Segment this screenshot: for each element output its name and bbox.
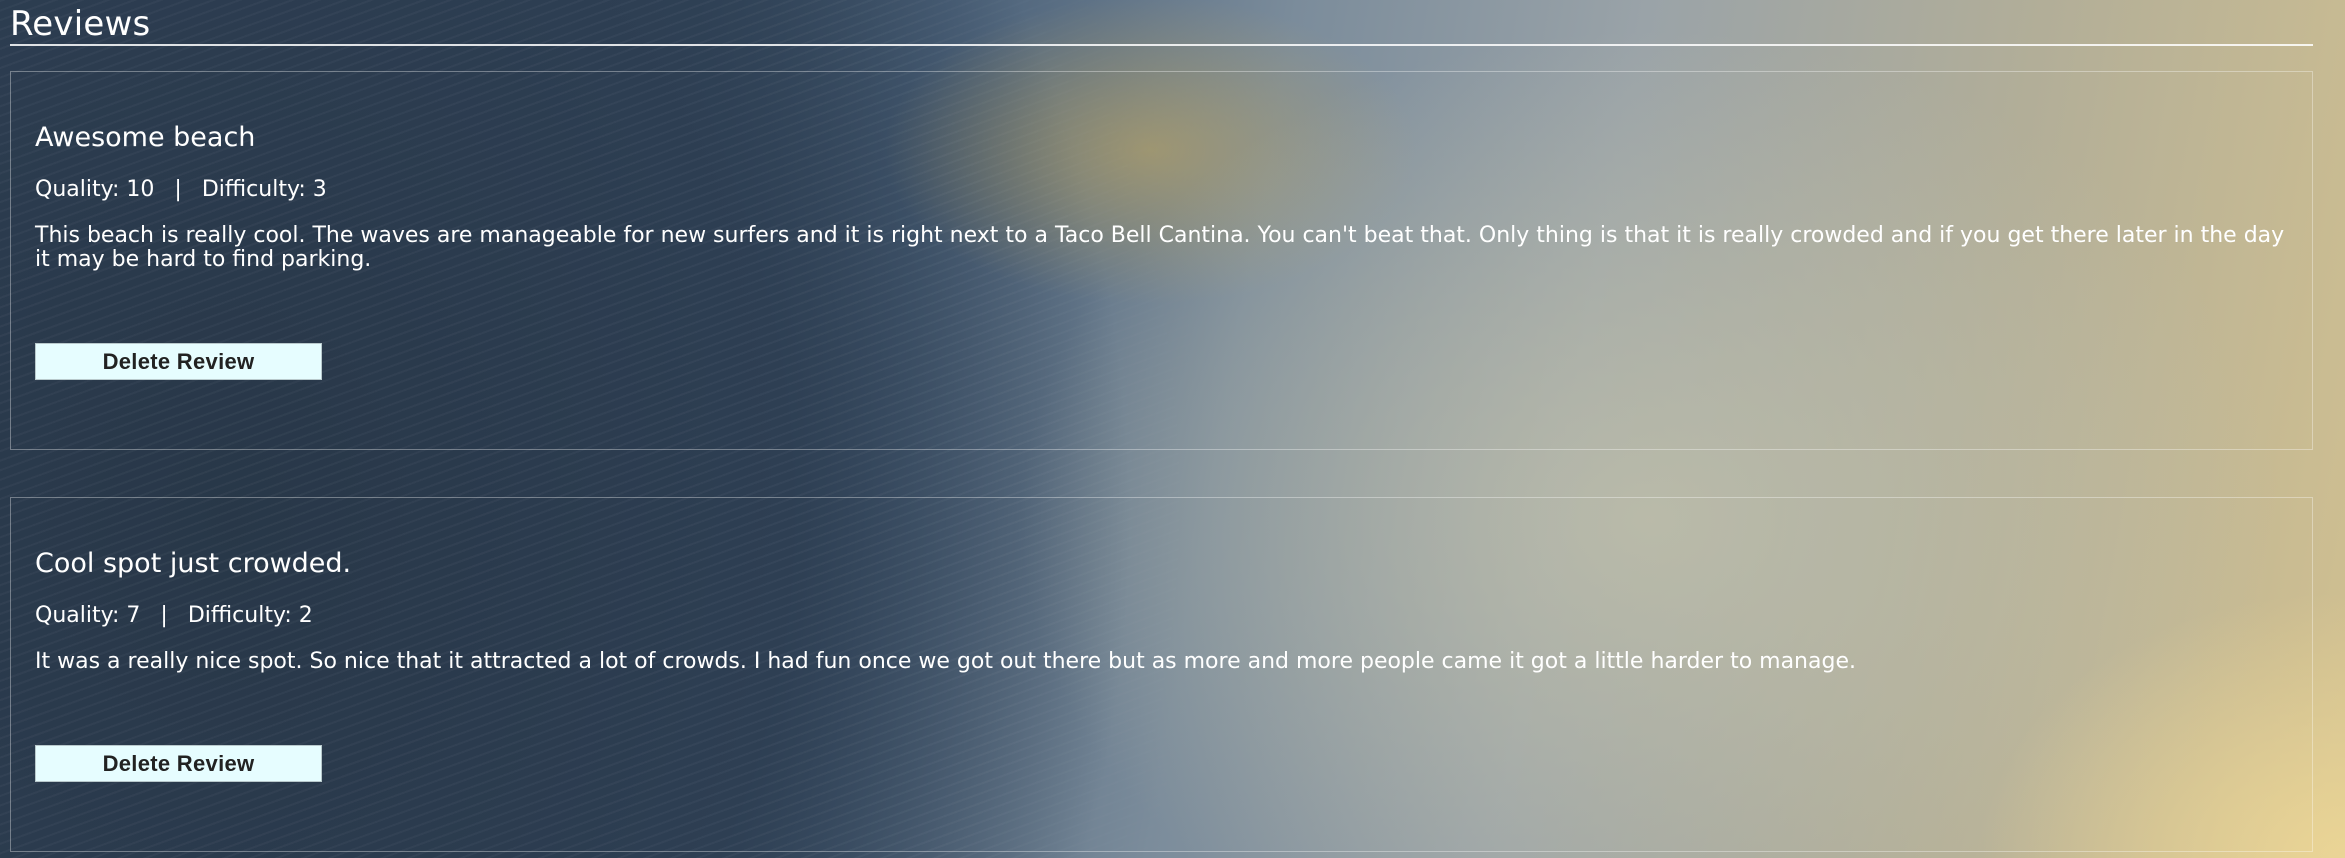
- page-container: Reviews Awesome beach Quality: 10 | Diffic…: [0, 0, 2345, 852]
- delete-review-button[interactable]: Delete Review: [35, 343, 322, 380]
- difficulty-rating: Difficulty: 2: [187, 603, 313, 628]
- review-title: Awesome beach: [35, 122, 256, 153]
- review-ratings: Quality: 10 | Difficulty: 3: [35, 176, 327, 204]
- review-card: Awesome beach Quality: 10 | Difficulty: 3 …: [10, 71, 2313, 450]
- review-text: This beach is really cool. The waves are…: [35, 223, 2285, 272]
- difficulty-rating: Difficulty: 3: [201, 177, 327, 202]
- review-ratings: Quality: 7 | Difficulty: 2: [35, 602, 313, 630]
- review-text: It was a really nice spot. So nice that …: [35, 649, 1856, 674]
- rating-separator: |: [160, 603, 168, 628]
- rating-separator: |: [174, 177, 182, 202]
- review-card: Cool spot just crowded. Quality: 7 | Diffi…: [10, 497, 2313, 852]
- page-title: Reviews: [10, 0, 2313, 46]
- quality-rating: Quality: 7: [35, 603, 141, 628]
- quality-rating: Quality: 10: [35, 177, 155, 202]
- reviews-page: { "page": { "title": "Reviews" }, "revie…: [0, 0, 2345, 858]
- review-title: Cool spot just crowded.: [35, 548, 352, 579]
- delete-review-button[interactable]: Delete Review: [35, 745, 322, 782]
